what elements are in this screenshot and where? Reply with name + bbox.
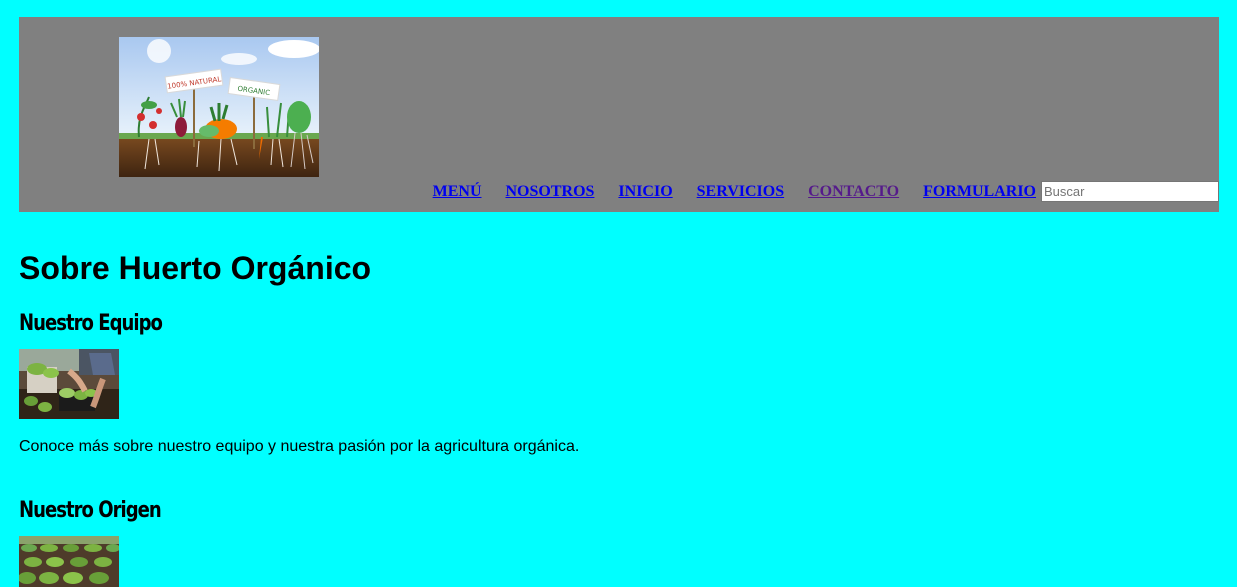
page-title: Sobre Huerto Orgánico [19, 250, 372, 286]
nav-nosotros-link[interactable]: NOSOTROS [506, 183, 595, 201]
nav-formulario-link[interactable]: FORMULARIO [923, 183, 1036, 201]
main-nav: MENÚ NOSOTROS INICIO SERVICIOS CONTACTO … [433, 181, 1219, 202]
logo-image: 100% NATURAL ORGANIC [119, 37, 319, 177]
section-heading-origen: Nuestro Origen [19, 498, 162, 523]
team-description: Conoce más sobre nuestro equipo y nuestr… [19, 438, 580, 455]
origin-photo [19, 536, 119, 587]
search-input[interactable] [1041, 181, 1219, 202]
page: 100% NATURAL ORGANIC MENÚ NOSOTROS INICI… [0, 0, 1237, 587]
site-header: 100% NATURAL ORGANIC MENÚ NOSOTROS INICI… [19, 17, 1219, 212]
team-photo [19, 349, 119, 419]
section-heading-equipo: Nuestro Equipo [19, 311, 163, 336]
nav-contacto-link[interactable]: CONTACTO [808, 183, 899, 201]
nav-inicio-link[interactable]: INICIO [618, 183, 672, 201]
nav-menu-link[interactable]: MENÚ [433, 183, 482, 201]
nav-servicios-link[interactable]: SERVICIOS [697, 183, 784, 201]
